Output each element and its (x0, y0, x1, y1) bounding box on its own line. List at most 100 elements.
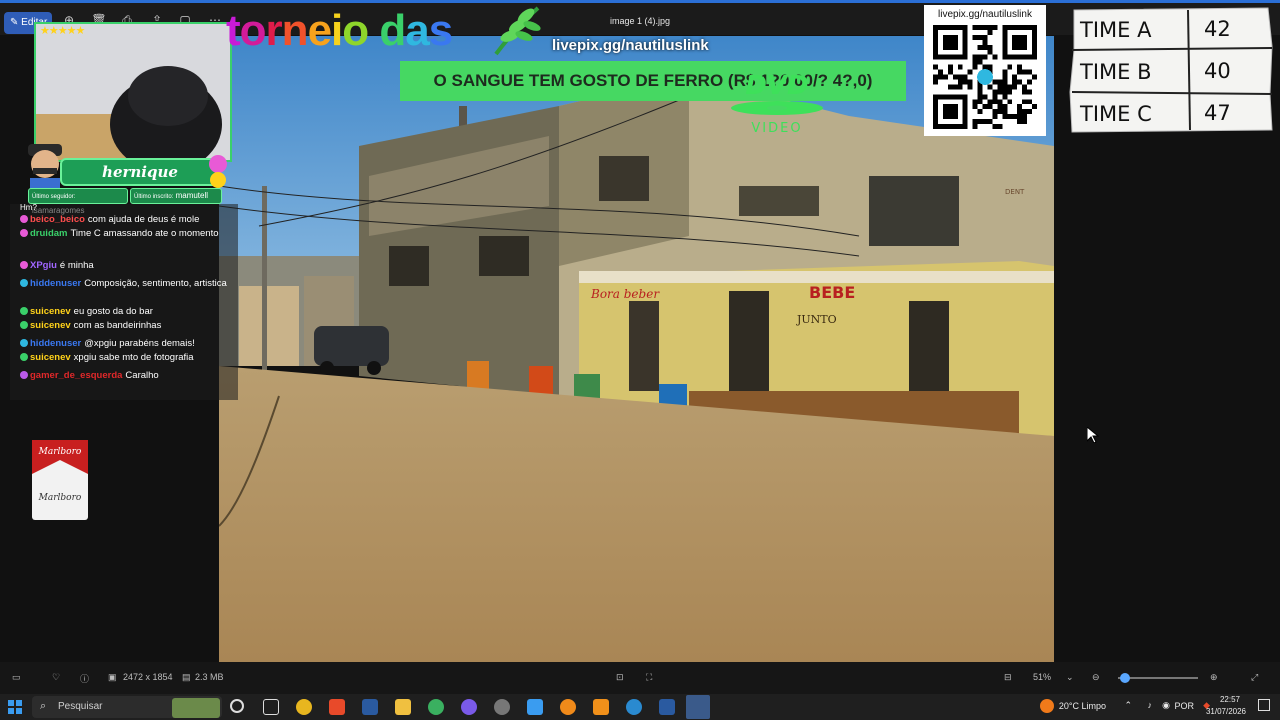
chat-badge-icon (20, 371, 28, 379)
title-letter: t (226, 6, 241, 55)
title-letter: n (281, 6, 309, 55)
sign-dentist: DENT (1005, 188, 1025, 196)
task-view-icon[interactable] (263, 699, 279, 715)
tournament-title: torneio das (226, 6, 454, 56)
chat-username[interactable]: beico_beico (30, 214, 85, 225)
obs-icon[interactable] (494, 699, 510, 715)
chat-badge-icon (20, 339, 28, 347)
chat-badge-icon (20, 229, 28, 237)
language-indicator[interactable]: POR (1174, 701, 1194, 711)
chat-text: Composição, sentimento, artistica (84, 278, 227, 289)
chat-message: hiddenuser @xpgiu parabéns demais! (20, 338, 230, 350)
vivaldi-icon[interactable] (329, 699, 345, 715)
sign-bora-beber: Bora beber (590, 287, 660, 301)
clock-time[interactable]: 22:57 (1220, 695, 1240, 704)
chat-text: eu gosto da do bar (73, 306, 153, 317)
chat-message: gamer_de_esquerda Caralho (20, 370, 230, 382)
chat-username[interactable]: suicenev (30, 320, 71, 331)
title-letter: i (331, 6, 343, 55)
network-icon[interactable]: ◉ (1162, 700, 1170, 711)
fit-icon[interactable]: ⛶ (646, 672, 652, 683)
title-letter: o (239, 6, 267, 55)
chat-message: suicenev com as bandeirinhas (20, 320, 230, 332)
zoom-slider-thumb[interactable] (1120, 673, 1130, 683)
title-letter: a (405, 6, 430, 55)
photos-app-icon[interactable] (686, 695, 710, 719)
weather-text[interactable]: 20°C Limpo (1059, 701, 1106, 711)
zoom-in-icon[interactable]: ⊕ (1210, 672, 1218, 683)
chat-badge-icon (20, 321, 28, 329)
cigarette-brand-top: Marlboro (38, 447, 82, 457)
title-letter: e (307, 6, 333, 55)
chat-username[interactable]: druidam (30, 228, 67, 239)
sign-bebe: BEBE (809, 283, 855, 302)
actual-size-icon[interactable]: ⊟ (1004, 672, 1012, 683)
search-tool-icon[interactable] (560, 699, 576, 715)
dvd-video-label: VIDEO (751, 121, 802, 136)
volume-icon[interactable]: ♪ (1148, 700, 1153, 710)
zoom-slider-track[interactable] (1118, 677, 1198, 679)
image-title: image 1 (4).jpg (609, 16, 671, 26)
svg-text:DVD: DVD (745, 71, 808, 101)
zoom-out-icon[interactable]: ⊖ (1092, 672, 1100, 683)
chrome-icon[interactable] (296, 699, 312, 715)
fullscreen-icon[interactable]: ⤢ (1251, 672, 1258, 683)
title-letter: s (428, 6, 454, 55)
mouse-cursor-icon (1087, 427, 1099, 443)
latest-subscriber-label: Último inscrito: (134, 194, 174, 200)
chat-username[interactable]: XPgiu (30, 260, 57, 271)
chat-text: Caralho (125, 370, 159, 381)
score-row: TIME C 47 (1068, 94, 1274, 134)
chat-message: druidam Time C amassando ate o momento (20, 228, 230, 240)
favorite-icon[interactable]: ♡ (52, 672, 60, 683)
compare-icon[interactable]: ⊡ (616, 672, 624, 683)
tray-chevron-icon[interactable]: ⌃ (1124, 700, 1132, 711)
title-letter (368, 6, 379, 55)
chat-text: é minha (59, 260, 94, 271)
chat-username[interactable]: hiddenuser (30, 338, 81, 349)
taskbar-search-box[interactable]: ⌕ Pesquisar (32, 696, 222, 718)
team-name: TIME A (1080, 18, 1152, 42)
chrome-profile-icon[interactable] (428, 699, 444, 715)
score-row: TIME B 40 (1068, 52, 1274, 92)
score-row: TIME A 42 (1068, 10, 1274, 50)
filmstrip-icon[interactable]: ▭ (12, 672, 21, 683)
zoom-level[interactable]: 51% (1033, 672, 1051, 682)
steam-app-icon[interactable] (659, 699, 675, 715)
chat-message: XPgiu é minha (20, 260, 230, 272)
cigarette-brand-bottom: Marlboro (38, 493, 82, 503)
rating-stars: ★★★★★ (40, 25, 85, 37)
chat-username[interactable]: gamer_de_esquerda (30, 370, 122, 381)
search-icon: ⌕ (40, 700, 47, 712)
image-dimensions: 2472 x 1854 (123, 672, 173, 682)
chat-badge-icon (20, 353, 28, 361)
vlc-icon[interactable] (593, 699, 609, 715)
chat-username[interactable]: suicenev (30, 306, 71, 317)
title-letter: d (379, 6, 406, 55)
latest-follower-label: Último seguidor: (32, 194, 76, 200)
team-scoreboard: TIME A 42 TIME B 40 TIME C 47 (1068, 6, 1274, 134)
mascot-icon (209, 155, 227, 188)
steam-icon[interactable] (362, 699, 378, 715)
notifications-icon[interactable] (1258, 699, 1270, 711)
chat-username[interactable]: hiddenuser (30, 278, 81, 289)
streamer-name-plate: hernique (60, 158, 220, 186)
cortana-icon[interactable] (230, 699, 244, 713)
dvd-logo-icon: DVD VIDEO (731, 71, 823, 136)
notepad-icon[interactable] (527, 699, 543, 715)
file-explorer-icon[interactable] (395, 699, 411, 715)
windows-taskbar: ⌕ Pesquisar 20°C Limpo ⌃ ♪ ◉ POR ◆ 22:57… (0, 694, 1280, 720)
file-size: 2.3 MB (195, 672, 224, 682)
dimensions-icon: ▣ (108, 672, 117, 682)
clock-date[interactable]: 31/07/2026 (1206, 707, 1246, 716)
chat-username[interactable]: suicenev (30, 352, 71, 363)
chat-message: beico_beico com ajuda de deus é mole (20, 214, 230, 226)
windows-start-icon[interactable] (8, 700, 22, 714)
discord-icon[interactable] (461, 699, 477, 715)
info-icon[interactable]: ⓘ (80, 672, 89, 685)
chat-text: xpgiu sabe mto de fotografia (73, 352, 194, 363)
donation-goal-banner: O SANGUE TEM GOSTO DE FERRO (R$ 1?0,00/?… (400, 61, 906, 101)
edge-icon[interactable] (626, 699, 642, 715)
zoom-dropdown-icon[interactable]: ⌄ (1066, 672, 1074, 683)
chat-badge-icon (20, 215, 28, 223)
